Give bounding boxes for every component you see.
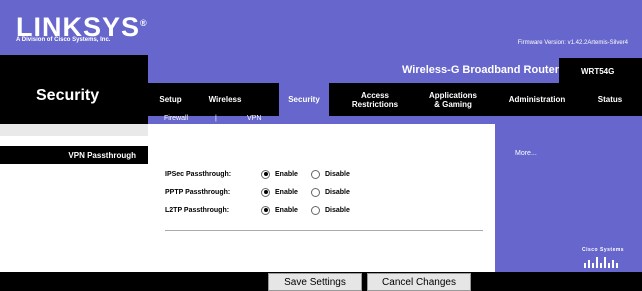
tab-applications-gaming[interactable]: Applications & Gaming xyxy=(420,83,486,116)
cisco-logo-icon xyxy=(584,257,618,268)
cisco-brand-label: Cisco Systems xyxy=(582,247,625,253)
pptp-row: PPTP Passthrough: Enable Disable xyxy=(165,185,350,199)
ipsec-row: IPSec Passthrough: Enable Disable xyxy=(165,167,350,181)
tab-administration[interactable]: Administration xyxy=(497,83,577,116)
pptp-disable-option[interactable]: Disable xyxy=(311,187,350,197)
subtab-vpn[interactable]: VPN xyxy=(247,115,261,122)
l2tp-disable-radio[interactable] xyxy=(311,205,320,215)
product-bar-left xyxy=(0,55,148,83)
model-number: WRT54G xyxy=(581,67,615,76)
product-name: Wireless-G Broadband Router xyxy=(402,64,559,76)
l2tp-disable-option[interactable]: Disable xyxy=(311,205,350,215)
tab-wireless[interactable]: Wireless xyxy=(200,83,250,116)
section-title: VPN Passthrough xyxy=(0,146,148,164)
firmware-version: Firmware Version: v1.42.2Artemis-Silver4 xyxy=(517,40,628,46)
tab-status[interactable]: Status xyxy=(585,83,635,116)
pptp-disable-radio[interactable] xyxy=(311,187,320,197)
logo-trademark: ® xyxy=(140,18,148,28)
tab-security[interactable]: Security xyxy=(279,83,329,116)
tab-access-restrictions[interactable]: Access Restrictions xyxy=(342,83,408,116)
content-divider xyxy=(165,230,483,231)
footer-right xyxy=(495,272,642,291)
tab-setup[interactable]: Setup xyxy=(148,83,193,116)
page-title: Security xyxy=(36,87,100,104)
main-nav: Setup Wireless Security Access Restricti… xyxy=(148,83,642,116)
l2tp-enable-label: Enable xyxy=(275,206,298,214)
pptp-enable-option[interactable]: Enable xyxy=(261,187,311,197)
sub-nav: Firewall | VPN xyxy=(148,115,642,124)
pptp-enable-radio[interactable] xyxy=(261,187,270,197)
ipsec-disable-radio[interactable] xyxy=(311,169,320,179)
ipsec-disable-option[interactable]: Disable xyxy=(311,169,350,179)
l2tp-enable-option[interactable]: Enable xyxy=(261,205,311,215)
ipsec-label: IPSec Passthrough: xyxy=(165,170,232,178)
ipsec-enable-radio[interactable] xyxy=(261,169,270,179)
l2tp-disable-label: Disable xyxy=(325,206,350,214)
logo-subtitle: A Division of Cisco Systems, Inc. xyxy=(16,37,111,43)
save-settings-button[interactable]: Save Settings xyxy=(268,273,362,291)
l2tp-row: L2TP Passthrough: Enable Disable xyxy=(165,203,350,217)
ipsec-disable-label: Disable xyxy=(325,170,350,178)
ipsec-enable-label: Enable xyxy=(275,170,298,178)
ipsec-enable-option[interactable]: Enable xyxy=(261,169,311,179)
more-link[interactable]: More... xyxy=(515,150,537,157)
subtab-firewall[interactable]: Firewall xyxy=(164,115,188,122)
pptp-label: PPTP Passthrough: xyxy=(165,188,231,196)
right-spacer xyxy=(495,124,642,136)
pptp-enable-label: Enable xyxy=(275,188,298,196)
cancel-changes-button[interactable]: Cancel Changes xyxy=(367,273,471,291)
pptp-disable-label: Disable xyxy=(325,188,350,196)
subtab-separator: | xyxy=(215,115,217,122)
l2tp-enable-radio[interactable] xyxy=(261,205,270,215)
left-spacer xyxy=(0,124,148,136)
l2tp-label: L2TP Passthrough: xyxy=(165,206,230,214)
footer-left xyxy=(0,272,148,291)
